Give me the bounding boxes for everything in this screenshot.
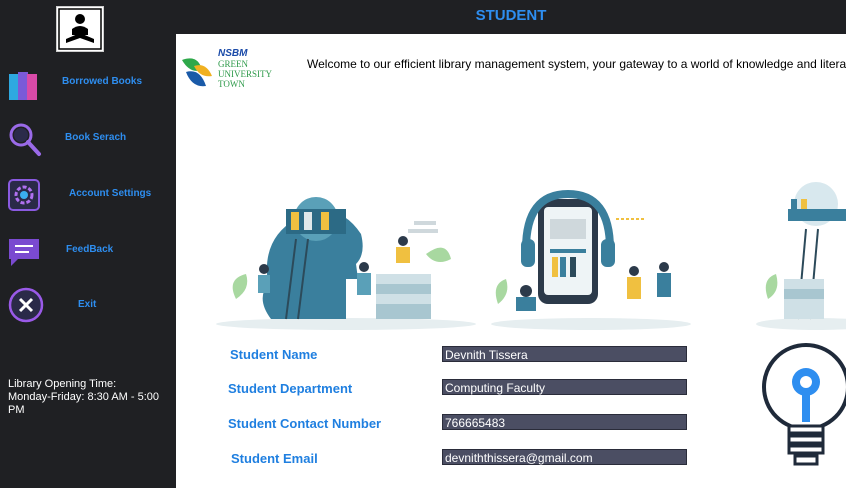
- brand-line-3: UNIVERSITY: [218, 69, 272, 79]
- student-department-label: Student Department: [228, 381, 353, 396]
- gear-icon: [8, 179, 40, 211]
- student-contact-label: Student Contact Number: [228, 416, 382, 431]
- student-name-field[interactable]: Devnith Tissera: [442, 346, 687, 362]
- sidebar-item-book-search[interactable]: Book Serach: [0, 115, 176, 165]
- chat-icon: [9, 239, 39, 266]
- student-contact-field[interactable]: 766665483: [442, 414, 687, 430]
- app-logo: [56, 6, 104, 52]
- opening-hours: Library Opening Time: Monday-Friday: 8:3…: [8, 378, 178, 417]
- main-panel: NSBM GREEN UNIVERSITY TOWN Welcome to ou…: [176, 34, 846, 488]
- student-department-field[interactable]: Computing Faculty: [442, 379, 687, 395]
- library-illustration: [216, 182, 846, 330]
- sidebar-item-borrowed-books[interactable]: Borrowed Books: [0, 60, 176, 110]
- university-logo: NSBM GREEN UNIVERSITY TOWN: [180, 48, 290, 96]
- sidebar-item-label: Borrowed Books: [62, 76, 143, 87]
- brand-line-1: NSBM: [218, 48, 248, 59]
- search-icon: [9, 123, 41, 156]
- close-icon: [8, 287, 44, 323]
- welcome-text: Welcome to our efficient library managem…: [307, 57, 846, 71]
- reading-person-icon: [58, 8, 102, 50]
- exit-button[interactable]: Exit: [0, 284, 176, 334]
- leaf-logo-icon: [182, 58, 212, 87]
- books-icon: [9, 72, 37, 100]
- lightbulb-gear-icon: [762, 343, 846, 466]
- sidebar-item-label: Book Serach: [65, 132, 127, 143]
- brand-line-2: GREEN: [218, 59, 248, 69]
- sidebar-item-account-settings[interactable]: Account Settings: [0, 171, 176, 221]
- opening-hours-value: Monday-Friday: 8:30 AM - 5:00 PM: [8, 391, 160, 416]
- brand-line-4: TOWN: [218, 79, 245, 89]
- student-email-field[interactable]: devniththissera@gmail.com: [442, 449, 687, 465]
- sidebar-item-label: Exit: [78, 299, 97, 310]
- sidebar: Borrowed Books Book Serach Account Setti…: [0, 0, 176, 488]
- page-title: STUDENT: [475, 7, 547, 24]
- sidebar-item-label: Account Settings: [69, 188, 152, 199]
- opening-hours-title: Library Opening Time:: [8, 378, 117, 390]
- student-name-label: Student Name: [230, 347, 318, 362]
- sidebar-item-label: FeedBack: [66, 244, 114, 255]
- title-bar: STUDENT: [176, 0, 846, 34]
- sidebar-item-feedback[interactable]: FeedBack: [0, 227, 176, 277]
- student-email-label: Student Email: [231, 451, 318, 466]
